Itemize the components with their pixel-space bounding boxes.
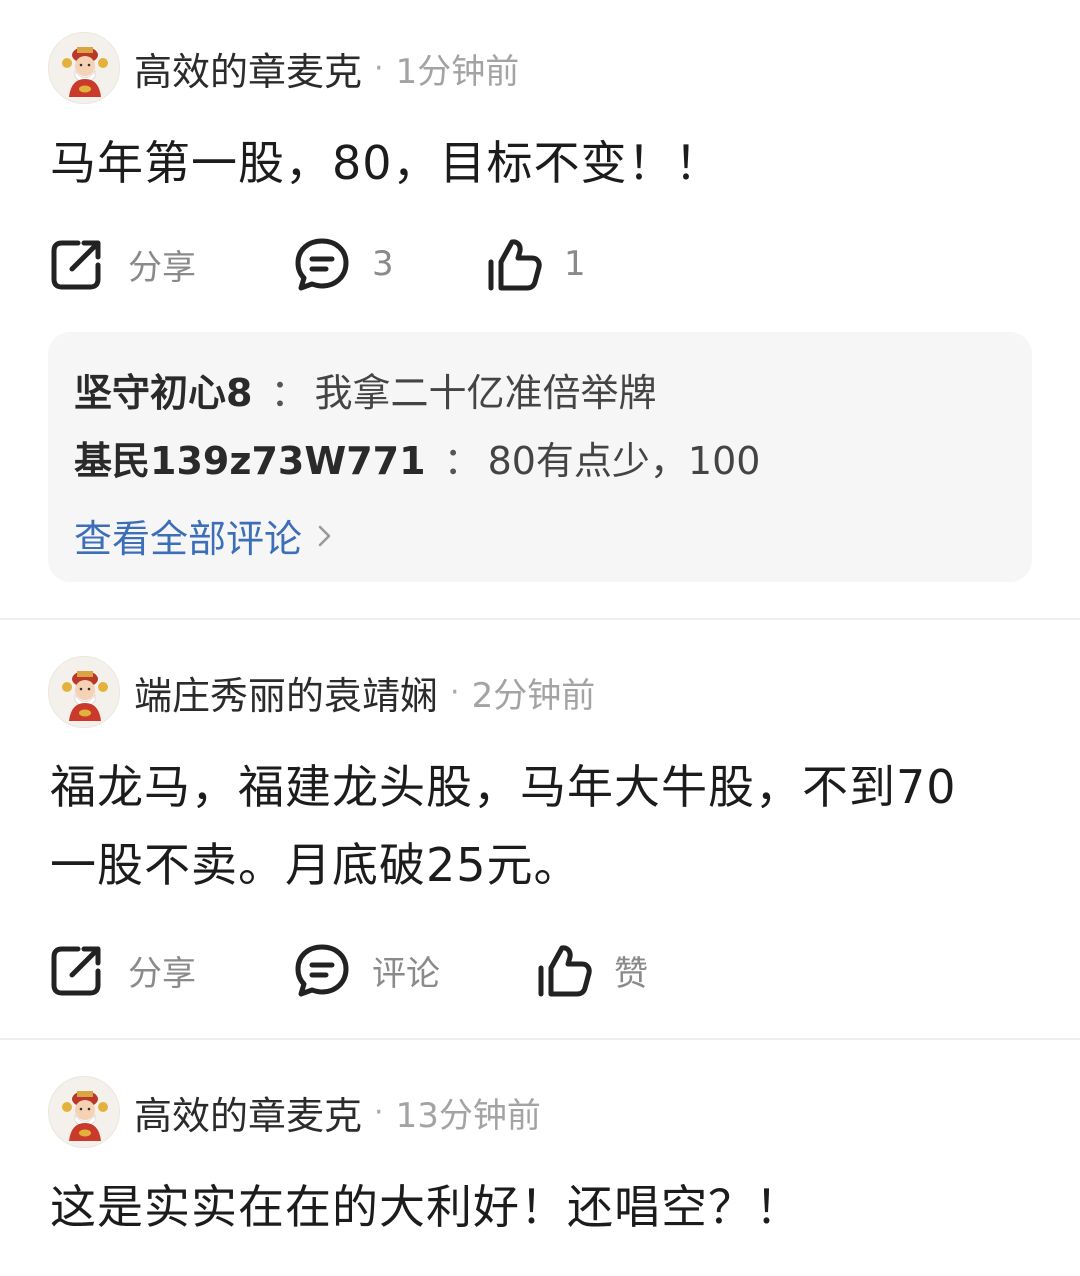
post-actions: 分享 评论 赞: [48, 940, 1038, 1000]
post-actions: 分享 3 1: [48, 234, 1038, 294]
comment-button[interactable]: 评论: [294, 940, 440, 1000]
fortune-god-avatar-icon: [62, 47, 108, 97]
thumbs-up-icon: [538, 945, 592, 997]
share-button[interactable]: 分享: [48, 234, 196, 294]
view-all-label: 查看全部评论: [74, 517, 303, 561]
share-icon: [51, 946, 101, 996]
comment-item[interactable]: 坚守初心8 ：我拿二十亿准倍举牌: [74, 362, 656, 417]
comment-bubble-icon: [295, 944, 349, 997]
like-count: 1: [564, 244, 586, 284]
username[interactable]: 高效的章麦克: [134, 41, 362, 96]
like-button[interactable]: 赞: [536, 940, 648, 1000]
comment-text: 80有点少，100: [487, 439, 761, 483]
comment-separator: ：: [443, 439, 482, 483]
like-label: 赞: [614, 953, 648, 994]
post-header: 端庄秀丽的袁靖娴 · 2分钟前: [48, 654, 595, 730]
separator-dot: ·: [450, 674, 460, 710]
post-content[interactable]: 这是实实在在的大利好！还唱空？！: [50, 1168, 1040, 1246]
view-all-comments-link[interactable]: 查看全部评论: [74, 508, 334, 563]
thumbs-up-icon: [488, 239, 542, 291]
share-button[interactable]: 分享: [48, 940, 196, 1000]
post-content[interactable]: 马年第一股，80，目标不变！！: [50, 124, 1040, 202]
share-label: 分享: [128, 247, 196, 288]
divider: [0, 618, 1080, 620]
post-content-line: 福龙马，福建龙头股，马年大牛股，不到70: [50, 760, 957, 814]
comment-text: 我拿二十亿准倍举牌: [314, 371, 657, 415]
avatar[interactable]: [48, 656, 120, 728]
timestamp: 13分钟前: [395, 1095, 541, 1136]
comment-bubble-icon: [295, 238, 349, 291]
chevron-right-icon: [318, 525, 331, 546]
post-header: 高效的章麦克 · 1分钟前: [48, 30, 519, 106]
comment-item[interactable]: 基民139z73W771 ： 80有点少，100: [74, 430, 760, 485]
timestamp: 2分钟前: [471, 675, 596, 716]
share-label: 分享: [128, 953, 196, 994]
post-content-line: 一股不卖。月底破25元。: [50, 838, 581, 892]
like-button[interactable]: 1: [486, 234, 586, 294]
fortune-god-avatar-icon: [62, 1091, 108, 1141]
timestamp: 1分钟前: [395, 51, 520, 92]
comment-button[interactable]: 3: [294, 234, 394, 294]
post-content[interactable]: 福龙马，福建龙头股，马年大牛股，不到70 一股不卖。月底破25元。: [50, 748, 1040, 904]
avatar[interactable]: [48, 1076, 120, 1148]
comments-preview[interactable]: 坚守初心8：我拿二十亿准倍举牌 基民139z73W771： 80有点少，100 查…: [48, 332, 1032, 582]
comment-username[interactable]: 基民139z73W771: [74, 439, 426, 483]
username[interactable]: 高效的章麦克: [134, 1085, 362, 1140]
share-icon: [51, 240, 101, 290]
separator-dot: ·: [374, 50, 384, 86]
avatar[interactable]: [48, 32, 120, 104]
username[interactable]: 端庄秀丽的袁靖娴: [134, 665, 438, 720]
comment-separator: ：: [270, 371, 309, 415]
comment-username[interactable]: 坚守初心8: [74, 371, 252, 415]
post-header: 高效的章麦克 · 13分钟前: [48, 1074, 541, 1150]
separator-dot: ·: [374, 1094, 384, 1130]
fortune-god-avatar-icon: [62, 671, 108, 721]
divider: [0, 1038, 1080, 1040]
comment-count: 3: [372, 244, 394, 284]
comment-label: 评论: [372, 953, 440, 994]
